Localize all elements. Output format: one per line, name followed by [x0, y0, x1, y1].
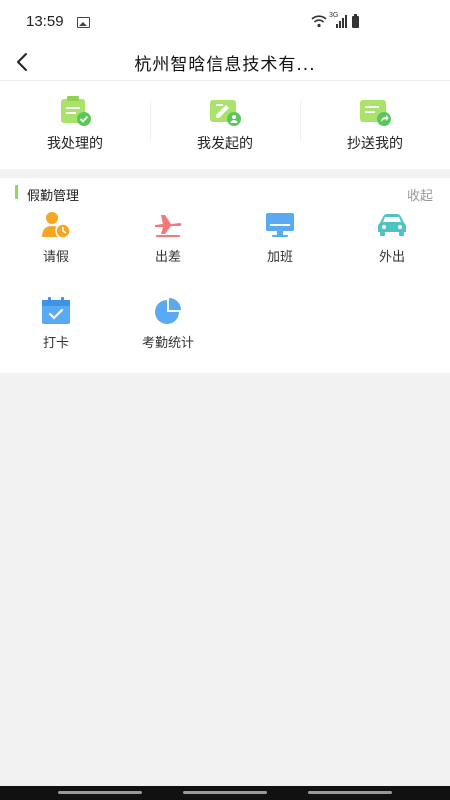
grid-item-overtime[interactable]: 加班: [224, 211, 336, 271]
battery-icon: [352, 14, 359, 28]
person-clock-icon: [42, 212, 71, 239]
quick-actions-panel: 我处理的 我发起的 抄送我的: [0, 81, 450, 169]
grid-item-label: 加班: [266, 250, 293, 265]
gallery-icon: [77, 17, 90, 28]
quick-action-processed[interactable]: 我处理的: [0, 81, 150, 169]
quick-action-cc[interactable]: 抄送我的: [300, 81, 450, 169]
edit-user-icon: [210, 100, 241, 126]
status-time: 13:59: [26, 13, 64, 30]
grid-item-clock-in[interactable]: 打卡: [0, 297, 112, 357]
grid-item-outing[interactable]: 外出: [336, 211, 448, 271]
forward-share-icon: [360, 100, 391, 126]
grid-item-label: 考勤统计: [141, 336, 194, 351]
clipboard-check-icon: [61, 96, 91, 126]
calendar-check-icon: [42, 297, 70, 324]
grid-item-label: 外出: [378, 250, 405, 265]
grid-item-label: 请假: [42, 250, 69, 265]
attendance-section: 假勤管理 收起 请假 出差 加班 外出 打卡 考勤统计: [0, 178, 450, 373]
nav-pill[interactable]: [58, 791, 142, 794]
system-nav-bar: [0, 786, 450, 800]
monitor-icon: [266, 213, 294, 237]
grid-item-label: 打卡: [42, 336, 69, 351]
nav-pill[interactable]: [308, 791, 392, 794]
grid-item-label: 出差: [154, 250, 181, 265]
grid-item-leave[interactable]: 请假: [0, 211, 112, 271]
airplane-icon: [155, 215, 182, 237]
quick-action-label: 我处理的: [47, 136, 103, 152]
pie-chart-icon: [155, 298, 181, 324]
page-title: 杭州智晗信息技术有...: [134, 55, 316, 75]
section-title: 假勤管理: [27, 189, 80, 204]
nav-pill[interactable]: [183, 791, 267, 794]
section-accent-bar: [15, 185, 18, 199]
wifi-icon: [311, 15, 327, 28]
quick-action-label: 抄送我的: [347, 136, 403, 152]
collapse-button[interactable]: 收起: [407, 185, 433, 204]
quick-action-label: 我发起的: [197, 136, 253, 152]
car-icon: [378, 214, 406, 236]
quick-action-initiated[interactable]: 我发起的: [150, 81, 300, 169]
signal-icon: [336, 15, 347, 28]
nav-bar: 杭州智晗信息技术有...: [0, 44, 450, 82]
grid-item-attendance-stats[interactable]: 考勤统计: [112, 297, 224, 357]
status-bar: 13:59 3G: [0, 0, 450, 44]
grid-item-business-trip[interactable]: 出差: [112, 211, 224, 271]
